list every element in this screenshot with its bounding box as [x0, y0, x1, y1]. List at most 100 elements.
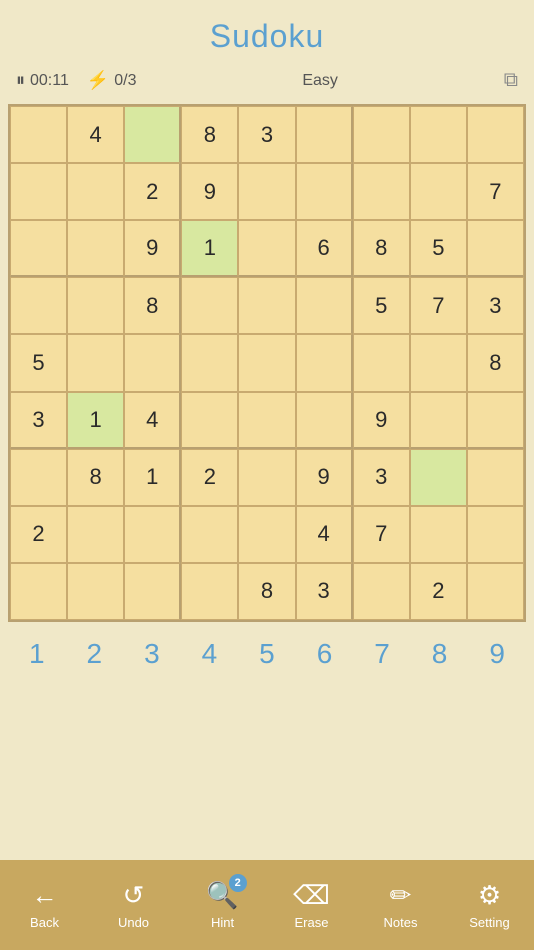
numpad-btn-6[interactable]: 6: [301, 638, 349, 670]
grid-cell-5-1[interactable]: 1: [67, 392, 124, 449]
grid-cell-5-5[interactable]: [296, 392, 353, 449]
grid-cell-8-2[interactable]: [124, 563, 181, 620]
grid-cell-6-4[interactable]: [238, 449, 295, 506]
grid-cell-3-1[interactable]: [67, 277, 124, 334]
grid-cell-2-8[interactable]: [467, 220, 524, 277]
numpad-btn-9[interactable]: 9: [473, 638, 521, 670]
grid-cell-7-2[interactable]: [124, 506, 181, 563]
grid-cell-7-8[interactable]: [467, 506, 524, 563]
grid-cell-7-5[interactable]: 4: [296, 506, 353, 563]
grid-cell-5-8[interactable]: [467, 392, 524, 449]
grid-cell-7-3[interactable]: [181, 506, 238, 563]
grid-cell-3-6[interactable]: 5: [353, 277, 410, 334]
grid-cell-1-3[interactable]: 9: [181, 163, 238, 220]
copy-button[interactable]: ⧉: [504, 69, 518, 92]
grid-cell-4-8[interactable]: 8: [467, 334, 524, 391]
grid-cell-6-0[interactable]: [10, 449, 67, 506]
grid-cell-7-4[interactable]: [238, 506, 295, 563]
grid-cell-2-5[interactable]: 6: [296, 220, 353, 277]
grid-cell-7-6[interactable]: 7: [353, 506, 410, 563]
numpad-btn-1[interactable]: 1: [13, 638, 61, 670]
grid-cell-8-5[interactable]: 3: [296, 563, 353, 620]
grid-cell-8-3[interactable]: [181, 563, 238, 620]
numpad-btn-3[interactable]: 3: [128, 638, 176, 670]
grid-cell-2-2[interactable]: 9: [124, 220, 181, 277]
grid-cell-1-6[interactable]: [353, 163, 410, 220]
grid-cell-0-0[interactable]: [10, 106, 67, 163]
bottom-btn-hint[interactable]: 🔍2Hint: [183, 880, 263, 930]
grid-cell-0-1[interactable]: 4: [67, 106, 124, 163]
grid-cell-8-0[interactable]: [10, 563, 67, 620]
numpad-btn-2[interactable]: 2: [70, 638, 118, 670]
grid-cell-3-0[interactable]: [10, 277, 67, 334]
grid-cell-4-4[interactable]: [238, 334, 295, 391]
grid-cell-4-6[interactable]: [353, 334, 410, 391]
grid-cell-8-4[interactable]: 8: [238, 563, 295, 620]
grid-cell-4-7[interactable]: [410, 334, 467, 391]
grid-cell-7-1[interactable]: [67, 506, 124, 563]
grid-cell-2-6[interactable]: 8: [353, 220, 410, 277]
bottom-btn-erase[interactable]: ⌫Erase: [272, 880, 352, 930]
grid-cell-0-7[interactable]: [410, 106, 467, 163]
grid-cell-5-0[interactable]: 3: [10, 392, 67, 449]
grid-cell-3-5[interactable]: [296, 277, 353, 334]
grid-cell-4-2[interactable]: [124, 334, 181, 391]
grid-cell-2-4[interactable]: [238, 220, 295, 277]
grid-cell-2-1[interactable]: [67, 220, 124, 277]
grid-cell-4-0[interactable]: 5: [10, 334, 67, 391]
grid-cell-2-7[interactable]: 5: [410, 220, 467, 277]
grid-cell-3-7[interactable]: 7: [410, 277, 467, 334]
grid-cell-6-7[interactable]: [410, 449, 467, 506]
grid-cell-1-7[interactable]: [410, 163, 467, 220]
grid-cell-3-2[interactable]: 8: [124, 277, 181, 334]
grid-cell-5-7[interactable]: [410, 392, 467, 449]
cell-value: 9: [204, 179, 216, 205]
bottom-btn-back[interactable]: ←Back: [5, 880, 85, 930]
grid-cell-8-8[interactable]: [467, 563, 524, 620]
grid-cell-6-6[interactable]: 3: [353, 449, 410, 506]
grid-cell-1-0[interactable]: [10, 163, 67, 220]
grid-cell-5-4[interactable]: [238, 392, 295, 449]
grid-cell-0-2[interactable]: [124, 106, 181, 163]
cell-value: 2: [146, 179, 158, 205]
grid-cell-7-0[interactable]: 2: [10, 506, 67, 563]
numpad-btn-7[interactable]: 7: [358, 638, 406, 670]
grid-cell-2-0[interactable]: [10, 220, 67, 277]
bottom-btn-notes[interactable]: ✏Notes: [361, 880, 441, 930]
grid-cell-0-3[interactable]: 8: [181, 106, 238, 163]
grid-cell-3-4[interactable]: [238, 277, 295, 334]
grid-cell-5-2[interactable]: 4: [124, 392, 181, 449]
grid-cell-8-1[interactable]: [67, 563, 124, 620]
grid-cell-6-2[interactable]: 1: [124, 449, 181, 506]
grid-cell-1-5[interactable]: [296, 163, 353, 220]
grid-cell-6-3[interactable]: 2: [181, 449, 238, 506]
bottom-btn-setting[interactable]: ⚙Setting: [450, 880, 530, 930]
grid-cell-1-2[interactable]: 2: [124, 163, 181, 220]
grid-cell-4-1[interactable]: [67, 334, 124, 391]
numpad-btn-4[interactable]: 4: [185, 638, 233, 670]
grid-cell-4-3[interactable]: [181, 334, 238, 391]
grid-cell-5-3[interactable]: [181, 392, 238, 449]
grid-cell-3-3[interactable]: [181, 277, 238, 334]
grid-cell-8-7[interactable]: 2: [410, 563, 467, 620]
grid-cell-3-8[interactable]: 3: [467, 277, 524, 334]
grid-cell-0-8[interactable]: [467, 106, 524, 163]
grid-cell-0-5[interactable]: [296, 106, 353, 163]
grid-cell-1-1[interactable]: [67, 163, 124, 220]
grid-cell-1-8[interactable]: 7: [467, 163, 524, 220]
grid-cell-8-6[interactable]: [353, 563, 410, 620]
grid-cell-1-4[interactable]: [238, 163, 295, 220]
grid-cell-2-3[interactable]: 1: [181, 220, 238, 277]
grid-cell-4-5[interactable]: [296, 334, 353, 391]
numpad-btn-5[interactable]: 5: [243, 638, 291, 670]
grid-cell-0-6[interactable]: [353, 106, 410, 163]
grid-cell-6-8[interactable]: [467, 449, 524, 506]
grid-cell-7-7[interactable]: [410, 506, 467, 563]
pause-timer[interactable]: ⏸ 00:11: [16, 70, 69, 91]
numpad-btn-8[interactable]: 8: [416, 638, 464, 670]
grid-cell-6-5[interactable]: 9: [296, 449, 353, 506]
grid-cell-6-1[interactable]: 8: [67, 449, 124, 506]
grid-cell-0-4[interactable]: 3: [238, 106, 295, 163]
grid-cell-5-6[interactable]: 9: [353, 392, 410, 449]
bottom-btn-undo[interactable]: ↺Undo: [94, 880, 174, 930]
